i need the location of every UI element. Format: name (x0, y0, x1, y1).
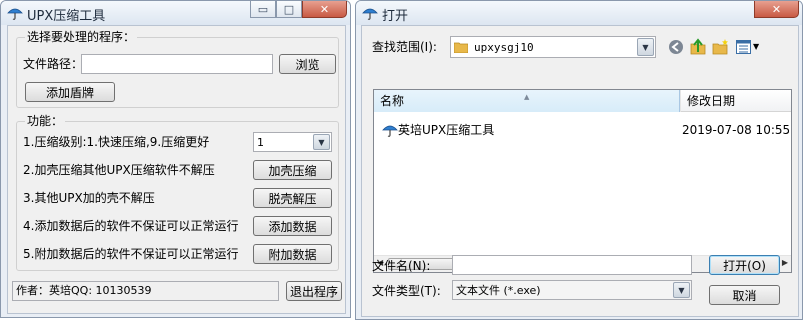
minimize-icon: ▭ (257, 2, 269, 16)
views-dropdown-arrow-icon: ▼ (753, 42, 760, 51)
pack-compress-label: 2.加壳压缩其他UPX压缩软件不解压 (23, 163, 215, 177)
close-icon: ✕ (319, 2, 330, 16)
select-program-group: 选择要处理的程序： 文件路径： 浏览 添加盾牌 (16, 30, 339, 108)
list-header: ▲ 名称 修改日期 (374, 90, 791, 112)
file-date: 2019-07-08 10:55 (682, 123, 791, 137)
views-menu-button[interactable]: ▼ (736, 38, 764, 55)
lookin-value: upxysgj10 (474, 40, 534, 54)
file-path-input[interactable] (81, 54, 273, 74)
column-header-name[interactable]: ▲ 名称 (374, 90, 680, 112)
up-folder-icon[interactable] (690, 38, 706, 55)
column-header-date[interactable]: 修改日期 (680, 90, 792, 112)
add-shield-button[interactable]: 添加盾牌 (25, 82, 115, 102)
upx-window-title: UPX压缩工具 (27, 9, 106, 24)
chevron-down-icon: ▼ (637, 38, 654, 56)
chevron-down-icon: ▼ (673, 282, 690, 298)
open-button[interactable]: 打开(O) (709, 255, 780, 275)
cancel-button[interactable]: 取消 (709, 285, 780, 305)
back-arrow-icon[interactable] (668, 39, 684, 55)
minimize-button[interactable]: ▭ (250, 1, 276, 18)
append-data-button[interactable]: 附加数据 (253, 244, 332, 264)
unpack-button[interactable]: 脱壳解压 (253, 188, 332, 208)
filename-input[interactable] (452, 255, 692, 275)
views-menu-icon (736, 39, 751, 54)
select-program-legend: 选择要处理的程序： (25, 30, 138, 44)
pack-compress-button[interactable]: 加壳压缩 (253, 160, 332, 180)
scroll-right-icon[interactable]: ▶ (782, 258, 788, 267)
filetype-select[interactable]: 文本文件 (*.exe) ▼ (452, 280, 692, 300)
list-item[interactable]: 英培UPX压缩工具 2019-07-08 10:55 (382, 121, 790, 139)
open-dialog-client: 查找范围(I): upxysgj10 ▼ ▼ ▲ 名称 修改日期 英培UPX压缩… (361, 25, 799, 317)
author-field: 作者：英培QQ: 10130539 (12, 281, 279, 301)
close-button[interactable]: ✕ (302, 1, 347, 18)
umbrella-icon (362, 8, 378, 20)
umbrella-icon (382, 125, 398, 137)
filename-label: 文件名(N): (372, 259, 431, 273)
filetype-label: 文件类型(T): (372, 284, 441, 298)
maximize-button[interactable]: □ (276, 1, 302, 18)
lookin-label: 查找范围(I): (372, 40, 437, 54)
exit-button[interactable]: 退出程序 (286, 281, 342, 301)
compress-level-select[interactable]: 1 ▼ (253, 132, 332, 152)
sort-ascending-icon: ▲ (524, 93, 530, 101)
folder-icon (454, 42, 468, 53)
function-legend: 功能： (25, 114, 66, 128)
open-dialog-title-bar[interactable]: 打开 ✕ (356, 1, 802, 25)
open-dialog-title: 打开 (382, 9, 409, 24)
browse-button[interactable]: 浏览 (279, 54, 336, 74)
file-path-label: 文件路径： (23, 57, 84, 71)
add-data-button[interactable]: 添加数据 (253, 216, 332, 236)
maximize-icon: □ (283, 2, 295, 16)
add-data-label: 4.添加数据后的软件不保证可以正常运行 (23, 219, 239, 233)
append-data-label: 5.附加数据后的软件不保证可以正常运行 (23, 247, 239, 261)
filetype-value: 文本文件 (*.exe) (456, 284, 541, 297)
compress-level-label: 1.压缩级别:1.快速压缩,9.压缩更好 (23, 135, 210, 149)
unpack-label: 3.其他UPX加的壳不解压 (23, 191, 155, 205)
close-icon: ✕ (771, 2, 782, 16)
file-list-view: ▲ 名称 修改日期 英培UPX压缩工具 2019-07-08 10:55 ◀ |… (373, 89, 792, 273)
umbrella-icon (7, 8, 23, 20)
upx-title-bar[interactable]: UPX压缩工具 ▭ □ ✕ (1, 1, 350, 25)
upx-client-area: 选择要处理的程序： 文件路径： 浏览 添加盾牌 功能： 1.压缩级别:1.快速压… (7, 25, 346, 314)
new-folder-icon[interactable] (712, 38, 729, 55)
compress-level-value: 1 (257, 135, 264, 149)
function-group: 功能： 1.压缩级别:1.快速压缩,9.压缩更好 1 ▼ 2.加壳压缩其他UPX… (16, 114, 339, 271)
upx-tool-window: UPX压缩工具 ▭ □ ✕ 选择要处理的程序： 文件路径： 浏览 添加盾牌 功能… (0, 0, 351, 318)
chevron-down-icon: ▼ (313, 134, 330, 150)
dialog-close-button[interactable]: ✕ (754, 1, 799, 18)
open-dialog: 打开 ✕ 查找范围(I): upxysgj10 ▼ ▼ ▲ 名称 修改日期 英培… (355, 0, 803, 320)
file-name: 英培UPX压缩工具 (398, 123, 495, 137)
lookin-select[interactable]: upxysgj10 ▼ (450, 36, 656, 58)
